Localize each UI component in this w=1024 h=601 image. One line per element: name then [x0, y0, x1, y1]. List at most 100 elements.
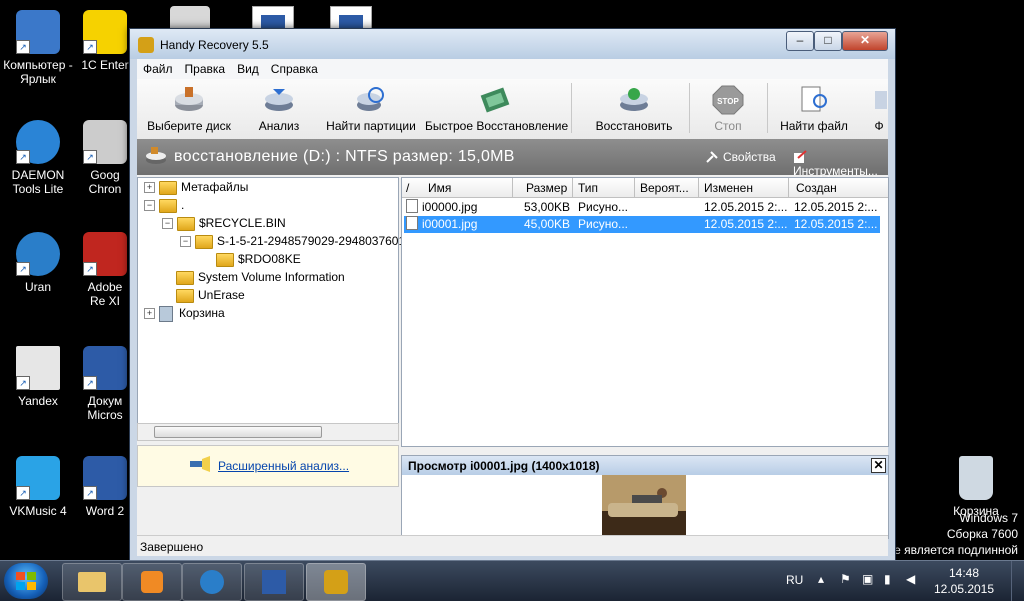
column-name[interactable]: Имя — [428, 181, 451, 195]
desktop-icon-chrome[interactable]: ↗ Goog Chron — [80, 120, 130, 196]
start-button[interactable] — [4, 563, 48, 599]
toolbar: Выберите диск Анализ Найти партиции Быст… — [137, 79, 888, 140]
column-modified[interactable]: Изменен — [704, 181, 753, 195]
drive-header: восстановление (D:) : NTFS размер: 15,0M… — [137, 139, 888, 178]
taskbar-handy-recovery-button[interactable] — [306, 563, 366, 601]
taskbar-media-player-button[interactable] — [122, 563, 182, 601]
desktop-icon-1c[interactable]: ↗ 1C Enter — [80, 10, 130, 72]
tree-item-recycle-bin[interactable]: − $RECYCLE.BIN — [162, 214, 286, 232]
column-created[interactable]: Создан — [796, 181, 837, 195]
handy-recovery-icon — [324, 570, 348, 594]
desktop-icon-word-doc[interactable]: ↗ Докум Micros — [80, 346, 130, 422]
file-row-selected[interactable]: i00001.jpg 45,00KB Рисуно... 12.05.2015 … — [404, 216, 880, 233]
menu-view[interactable]: Вид — [231, 59, 265, 76]
desktop-icon-computer[interactable]: ↗ Компьютер - Ярлык — [0, 10, 76, 86]
drive-icon — [145, 146, 167, 166]
column-type[interactable]: Тип — [578, 181, 598, 195]
preview-close-button[interactable]: ✕ — [871, 458, 886, 473]
shortcut-arrow-icon: ↗ — [83, 486, 97, 500]
column-separator[interactable] — [572, 178, 573, 197]
scrollbar-thumb[interactable] — [154, 426, 322, 438]
analyze-button[interactable]: Анализ — [243, 79, 315, 139]
desktop-icon-word[interactable]: ↗ Word 2 — [80, 456, 130, 518]
network-icon[interactable]: ▮ — [884, 572, 891, 586]
window-title: Handy Recovery 5.5 — [160, 38, 269, 52]
column-size[interactable]: Размер — [526, 181, 567, 195]
menu-edit[interactable]: Правка — [179, 59, 232, 76]
expand-icon[interactable]: + — [144, 182, 155, 194]
tree-item-recycle[interactable]: + Корзина — [144, 304, 225, 322]
select-disk-button[interactable]: Выберите диск — [139, 79, 239, 139]
tree-horizontal-scrollbar[interactable] — [137, 423, 399, 441]
clock-time: 14:48 — [948, 566, 980, 580]
close-button[interactable]: ✕ — [842, 31, 888, 51]
advanced-analysis-panel: Расширенный анализ... — [137, 445, 399, 487]
column-probability[interactable]: Вероят... — [640, 181, 689, 195]
taskbar-explorer-button[interactable] — [62, 563, 122, 601]
file-modified: 12.05.2015 2:... — [704, 217, 788, 231]
collapse-icon[interactable]: − — [180, 236, 191, 248]
menu-file[interactable]: Файл — [137, 59, 179, 76]
taskbar-browser-button[interactable] — [182, 563, 242, 601]
desktop-icon-yandex[interactable]: ↗ Yandex — [0, 346, 76, 408]
desktop-icon-recycle-bin[interactable]: Корзина — [938, 456, 1014, 518]
tree-item-unerase[interactable]: UnErase — [176, 286, 245, 304]
recover-button[interactable]: Восстановить — [583, 79, 685, 139]
desktop-icon-vkmusic[interactable]: ↗ VKMusic 4 — [0, 456, 76, 518]
column-separator[interactable] — [788, 178, 789, 197]
windows-watermark: Windows 7 Сборка 7600 е является подлинн… — [894, 510, 1018, 558]
find-partitions-button[interactable]: Найти партиции — [319, 79, 423, 139]
filter-button[interactable]: Ф — [859, 79, 888, 139]
tree-item-system-volume-information[interactable]: System Volume Information — [176, 268, 345, 286]
tree-item-label: UnErase — [198, 288, 245, 302]
adobe-reader-icon: ↗ — [83, 232, 127, 276]
file-row[interactable]: i00000.jpg 53,00KB Рисуно... 12.05.2015 … — [404, 199, 880, 216]
language-indicator[interactable]: RU — [786, 573, 803, 587]
desktop-icon-adobe-reader[interactable]: ↗ Adobe Re XI — [80, 232, 130, 308]
taskbar-word-button[interactable] — [244, 563, 304, 601]
tray-app-icon[interactable]: ▣ — [862, 572, 873, 586]
desktop-icon-label: Компьютер - Ярлык — [3, 58, 73, 86]
expand-icon[interactable]: + — [144, 308, 155, 320]
tree-item-rdo08ke[interactable]: $RDO08KE — [216, 250, 301, 268]
properties-link[interactable]: Свойства — [705, 150, 776, 164]
desktop-icon-uran[interactable]: ↗ Uran — [0, 232, 76, 294]
column-separator[interactable] — [512, 178, 513, 197]
action-center-icon[interactable]: ⚑ — [840, 572, 851, 586]
title-bar[interactable]: Handy Recovery 5.5 – □ ✕ — [130, 29, 895, 59]
properties-label: Свойства — [723, 150, 776, 164]
menu-help[interactable]: Справка — [265, 59, 324, 76]
select-disk-label: Выберите диск — [147, 119, 231, 133]
media-player-icon — [141, 571, 163, 593]
tree-item-sid[interactable]: − S-1-5-21-2948579029-2948037601- — [180, 232, 409, 250]
word-icon — [262, 570, 286, 594]
find-file-button[interactable]: Найти файл — [773, 79, 855, 139]
tray-show-hidden-icon[interactable]: ▴ — [818, 572, 824, 586]
folder-icon — [159, 180, 177, 195]
find-file-icon — [798, 85, 830, 115]
collapse-icon[interactable]: − — [162, 218, 173, 230]
stop-button[interactable]: STOP Стоп — [695, 79, 761, 139]
preview-title: Просмотр i00001.jpg (1400x1018) — [408, 459, 600, 473]
show-desktop-button[interactable] — [1011, 561, 1024, 601]
advanced-analysis-link[interactable]: Расширенный анализ... — [218, 459, 349, 473]
file-icon — [406, 199, 418, 213]
desktop-icon-daemon-tools[interactable]: ↗ DAEMON Tools Lite — [0, 120, 76, 196]
shortcut-arrow-icon: ↗ — [16, 486, 30, 500]
tools-link[interactable]: Инструменты... — [793, 150, 888, 178]
maximize-button[interactable]: □ — [814, 31, 842, 51]
volume-icon[interactable]: ◀ — [906, 572, 915, 586]
column-separator[interactable] — [698, 178, 699, 197]
collapse-icon[interactable]: − — [144, 200, 155, 212]
quick-recovery-button[interactable]: Быстрое Восстановление — [425, 79, 568, 139]
tree-item-label: $RECYCLE.BIN — [199, 216, 286, 230]
computer-icon: ↗ — [16, 10, 60, 54]
tree-item-label: System Volume Information — [198, 270, 345, 284]
clock[interactable]: 14:48 12.05.2015 — [932, 565, 996, 597]
column-separator[interactable] — [634, 178, 635, 197]
find-file-label: Найти файл — [780, 119, 848, 133]
tree-item-root[interactable]: −. — [144, 196, 184, 214]
recycle-bin-icon — [959, 456, 993, 500]
minimize-button[interactable]: – — [786, 31, 814, 51]
tree-item-metafiles[interactable]: + Метафайлы — [144, 178, 248, 196]
